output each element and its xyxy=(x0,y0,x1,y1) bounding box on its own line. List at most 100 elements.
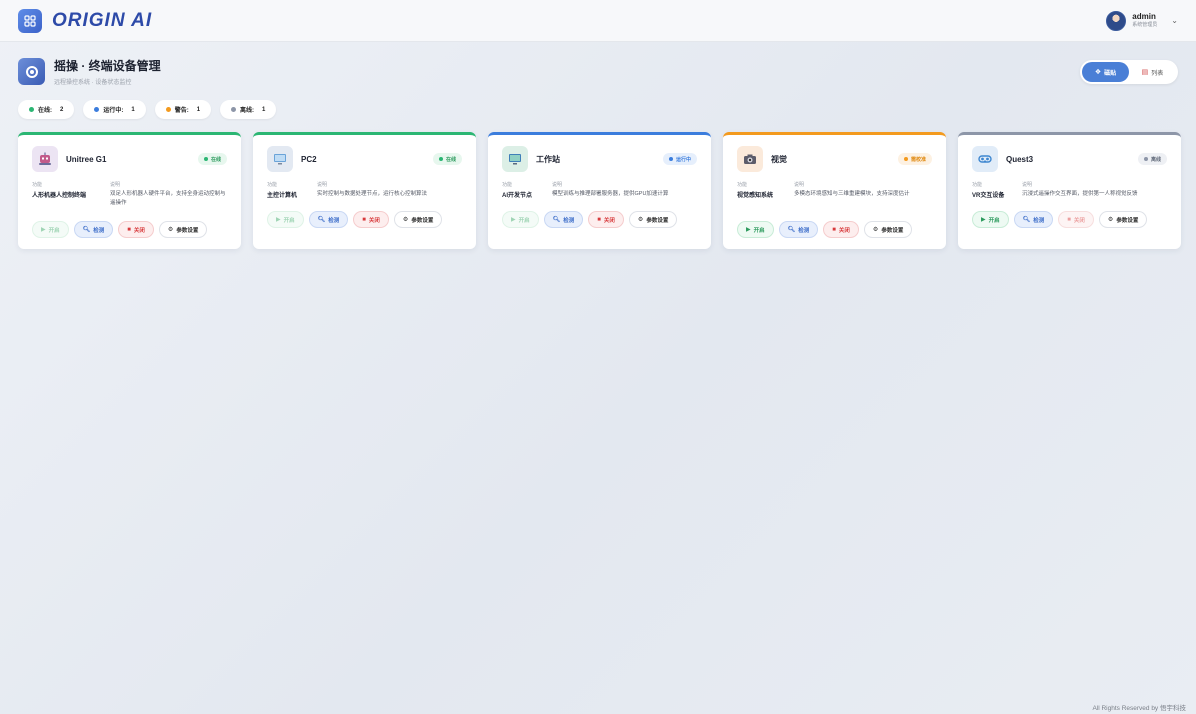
top-bar: ORIGIN AI admin 系统管理员 ⌄ xyxy=(0,0,1196,42)
function-label: 功能 xyxy=(32,182,43,188)
computer-icon xyxy=(267,146,293,172)
search-icon: 🔍︎ xyxy=(787,227,796,233)
check-button[interactable]: 🔍︎ 检测 xyxy=(543,211,584,228)
stat-label: 离线: xyxy=(240,108,255,114)
device-cards: Unitree G1 在线 功能 人形机器人控制终端 说明 双足人形机器人硬件平… xyxy=(18,132,1181,249)
stop-icon: ■ xyxy=(1067,216,1071,223)
card-view-label: 磁贴 xyxy=(1104,70,1117,77)
page-header: 摇操 · 终端设备管理 远程操控系统 · 设备状态监控 xyxy=(18,57,161,86)
chevron-down-icon[interactable]: ⌄ xyxy=(1171,16,1178,25)
function-label: 功能 xyxy=(972,182,983,188)
card-view-button[interactable]: ❖ 磁贴 xyxy=(1082,62,1129,82)
device-name: PC2 xyxy=(301,154,317,164)
brand[interactable]: ORIGIN AI xyxy=(18,8,153,33)
description-value: 双足人形机器人硬件平台，支持全身运动控制与遥操作 xyxy=(110,191,226,206)
user-role: 系统管理员 xyxy=(1132,22,1158,28)
settings-button[interactable]: ⚙ 参数设置 xyxy=(863,221,913,238)
page-title: 摇操 · 终端设备管理 xyxy=(54,59,161,73)
status-badge: 运行中 xyxy=(662,153,697,165)
description-label: 说明 xyxy=(317,182,328,188)
function-value: VR交互设备 xyxy=(972,193,1005,199)
start-button[interactable]: ▶ 开启 xyxy=(972,211,1009,228)
view-toggle: ❖ 磁贴 ▤ 列表 xyxy=(1080,60,1178,84)
description-value: 模型训练与推理部署服务器，提供GPU加速计算 xyxy=(552,191,669,197)
search-icon: 🔍︎ xyxy=(82,227,91,233)
stat-count: 1 xyxy=(262,106,266,113)
close-button[interactable]: ■ 关闭 xyxy=(353,211,389,228)
check-button[interactable]: 🔍︎ 检测 xyxy=(1013,211,1054,228)
description-label: 说明 xyxy=(110,182,121,188)
close-button[interactable]: ■ 关闭 xyxy=(118,221,154,238)
device-card-pc2[interactable]: PC2 在线 功能 主控计算机 说明 实时控制与数据处理节点，运行核心控制算法 … xyxy=(253,132,476,249)
status-badge: 离线 xyxy=(1137,153,1167,165)
search-icon: 🔍︎ xyxy=(552,217,561,223)
status-dot-icon xyxy=(231,107,237,112)
search-icon: 🔍︎ xyxy=(317,217,326,223)
device-name: 工作站 xyxy=(536,154,560,164)
status-dot-icon xyxy=(29,107,34,112)
tile-icon: ❖ xyxy=(1094,69,1102,76)
device-name: Unitree G1 xyxy=(66,154,107,164)
device-card-quest3[interactable]: Quest3 离线 功能 VR交互设备 说明 沉浸式遥操作交互界面，提供第一人称… xyxy=(958,132,1181,249)
gear-icon: ⚙ xyxy=(1107,217,1114,223)
stat-running[interactable]: 运行中: 1 xyxy=(83,100,146,119)
close-button[interactable]: ■ 关闭 xyxy=(823,221,859,238)
vr-headset-icon xyxy=(972,146,998,172)
stat-online[interactable]: 在线: 2 xyxy=(18,100,75,119)
list-view-button[interactable]: ▤ 列表 xyxy=(1129,62,1176,82)
footer-copyright: All Rights Reserved by 悟宇科技 xyxy=(1092,705,1186,712)
start-button[interactable]: ▶ 开启 xyxy=(737,221,774,238)
play-icon: ▶ xyxy=(41,227,46,233)
play-icon: ▶ xyxy=(746,227,751,233)
device-card-unitree-g1[interactable]: Unitree G1 在线 功能 人形机器人控制终端 说明 双足人形机器人硬件平… xyxy=(18,132,241,249)
check-button[interactable]: 🔍︎ 检测 xyxy=(778,221,819,238)
check-button[interactable]: 🔍︎ 检测 xyxy=(73,221,114,238)
stop-icon: ■ xyxy=(832,226,836,233)
start-button[interactable]: ▶ 开启 xyxy=(32,221,69,238)
status-dot-icon xyxy=(94,107,100,112)
device-name: 视觉 xyxy=(771,154,787,164)
gear-icon: ⚙ xyxy=(872,227,879,233)
page-subtitle: 远程操控系统 · 设备状态监控 xyxy=(54,80,132,86)
stop-icon: ■ xyxy=(362,216,366,223)
robot-icon xyxy=(32,146,58,172)
status-badge: 在线 xyxy=(432,153,462,165)
stat-warning[interactable]: 警告: 1 xyxy=(154,100,212,119)
user-name: admin xyxy=(1132,12,1156,21)
stop-icon: ■ xyxy=(127,226,131,233)
check-button[interactable]: 🔍︎ 检测 xyxy=(308,211,349,228)
start-button[interactable]: ▶ 开启 xyxy=(267,211,304,228)
list-icon: ▤ xyxy=(1141,69,1149,76)
stat-offline[interactable]: 离线: 1 xyxy=(220,100,277,119)
stat-count: 1 xyxy=(196,106,201,113)
description-value: 多模态环境感知与三维重建模块，支持深度估计 xyxy=(794,191,910,197)
app-title: ORIGIN AI xyxy=(52,9,153,31)
status-badge: 在线 xyxy=(197,153,227,165)
user-menu[interactable]: admin 系统管理员 ⌄ xyxy=(1106,10,1178,31)
device-name: Quest3 xyxy=(1006,154,1034,164)
close-button[interactable]: ■ 关闭 xyxy=(588,211,624,228)
function-value: 人形机器人控制终端 xyxy=(32,193,87,199)
gear-icon: ⚙ xyxy=(167,227,174,233)
device-card-workstation[interactable]: 工作站 运行中 功能 AI开发节点 说明 模型训练与推理部署服务器，提供GPU加… xyxy=(488,132,711,249)
function-value: AI开发节点 xyxy=(502,193,533,199)
stat-label: 运行中: xyxy=(103,108,124,114)
description-label: 说明 xyxy=(1022,182,1033,188)
device-card-vision[interactable]: 视觉 需校准 功能 视觉感知系统 说明 多模态环境感知与三维重建模块，支持深度估… xyxy=(723,132,946,249)
settings-button[interactable]: ⚙ 参数设置 xyxy=(628,211,678,228)
target-icon xyxy=(18,58,45,85)
avatar[interactable] xyxy=(1106,10,1127,31)
settings-button[interactable]: ⚙ 参数设置 xyxy=(158,221,208,238)
close-button[interactable]: ■ 关闭 xyxy=(1058,211,1094,228)
description-value: 实时控制与数据处理节点，运行核心控制算法 xyxy=(317,191,428,197)
gear-icon: ⚙ xyxy=(402,217,409,223)
settings-button[interactable]: ⚙ 参数设置 xyxy=(1098,211,1148,228)
monitor-icon xyxy=(502,146,528,172)
settings-button[interactable]: ⚙ 参数设置 xyxy=(393,211,443,228)
status-dot-icon xyxy=(165,107,171,112)
play-icon: ▶ xyxy=(511,217,516,223)
start-button[interactable]: ▶ 开启 xyxy=(502,211,539,228)
function-label: 功能 xyxy=(267,182,278,188)
play-icon: ▶ xyxy=(276,217,281,223)
camera-icon xyxy=(737,146,763,172)
